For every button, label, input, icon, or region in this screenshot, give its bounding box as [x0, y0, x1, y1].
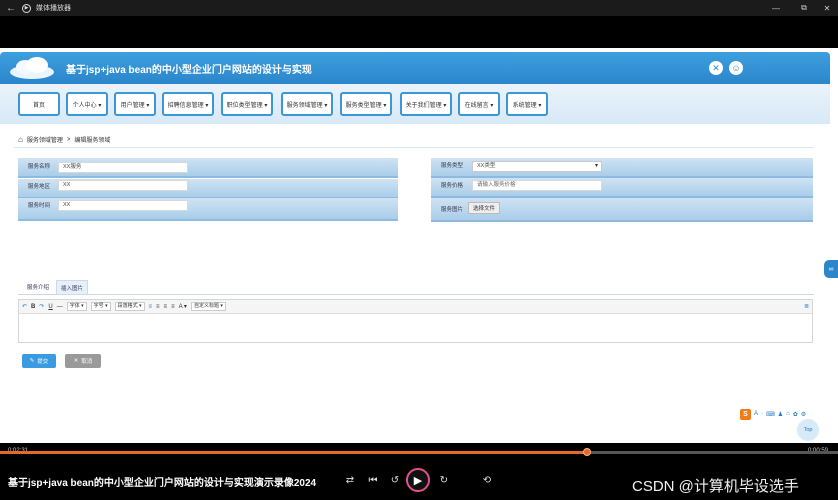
video-title: 基于jsp+java bean的中小型企业门户网站的设计与实现演示录像2024: [8, 478, 317, 489]
font-size-select[interactable]: 字号 ▾: [90, 302, 111, 311]
nav-item-job-types[interactable]: 职位类型管理 ▾: [221, 92, 273, 116]
align-left-icon[interactable]: ≡: [149, 304, 153, 310]
app-play-icon: ▶: [22, 3, 31, 13]
side-float-icon[interactable]: ∞: [824, 260, 838, 278]
ime-settings-icon[interactable]: ⚙: [801, 411, 806, 418]
sogou-ime-icon[interactable]: S: [740, 408, 751, 420]
nav-item-recruitment[interactable]: 招聘信息管理 ▾: [162, 92, 214, 116]
breadcrumb-current: 编辑服务领域: [74, 138, 111, 144]
underline-icon[interactable]: U: [48, 304, 52, 310]
font-family-select[interactable]: 字体 ▾: [66, 302, 87, 311]
price-input[interactable]: 请输入服务价格: [472, 180, 602, 191]
nav-item-home[interactable]: 首页: [18, 92, 60, 116]
font-family-select-label: 字体: [69, 303, 80, 309]
web-page-frame: 基于jsp+java bean的中小型企业门户网站的设计与实现 ✕ ☺ 首页 个…: [0, 48, 838, 443]
paragraph-format-select-label: 段落格式: [117, 303, 138, 309]
custom-title-select-label: 自定义标题: [193, 303, 219, 309]
maximize-icon[interactable]: ⧉: [792, 0, 816, 16]
type-select[interactable]: XX类型 ▾: [472, 161, 602, 172]
rich-text-editor[interactable]: ↶ B ↷ U — 字体 ▾ 字号 ▾ 段落格式 ▾ ≡ ≡ ≡ ≡ A ▾ 自…: [18, 299, 813, 343]
cancel-button[interactable]: ✕ 取消: [65, 354, 101, 368]
tab-divider: [18, 294, 814, 295]
back-to-top-button[interactable]: Top: [797, 419, 819, 441]
bold-icon[interactable]: B: [31, 304, 35, 310]
paragraph-format-select[interactable]: 段落格式 ▾: [114, 302, 145, 311]
user-icon[interactable]: ☺: [729, 61, 743, 75]
player-title-bar: ← ▶ 媒体播放器 — ⧉ ✕: [0, 0, 838, 16]
shuffle-icon[interactable]: ⇄: [343, 474, 357, 486]
ime-lang-icon[interactable]: A: [754, 411, 758, 417]
back-arrow-icon[interactable]: ←: [0, 3, 22, 14]
choose-file-button[interactable]: 选择文件: [468, 202, 500, 214]
csdn-watermark: CSDN @计算机毕设选手: [632, 478, 799, 495]
close-window-icon[interactable]: ✕: [815, 0, 838, 16]
minimize-icon[interactable]: —: [764, 0, 788, 16]
app-title: 媒体播放器: [36, 5, 71, 12]
nav-item-service-fields[interactable]: 服务领域管理 ▾: [281, 92, 333, 116]
custom-title-select[interactable]: 自定义标题 ▾: [190, 302, 226, 311]
undo-icon[interactable]: ↶: [22, 303, 27, 310]
nav-item-profile[interactable]: 个人中心 ▾: [66, 92, 108, 116]
breadcrumb-separator: >: [66, 136, 71, 143]
main-nav: 首页 个人中心 ▾ 用户管理 ▾ 招聘信息管理 ▾ 职位类型管理 ▾ 服务领域管…: [0, 84, 830, 124]
time-label: 服务时间: [28, 203, 51, 209]
align-justify-icon[interactable]: ≡: [171, 304, 175, 310]
region-label: 服务地区: [28, 184, 51, 190]
align-right-icon[interactable]: ≡: [164, 304, 168, 310]
font-size-select-label: 字号: [93, 303, 104, 309]
time-input[interactable]: XX: [58, 200, 188, 211]
image-label: 服务图片: [441, 207, 464, 213]
ime-skin-icon[interactable]: ♟: [778, 411, 783, 418]
nav-item-users[interactable]: 用户管理 ▾: [114, 92, 156, 116]
cancel-label: 取消: [81, 359, 93, 365]
nav-item-service-types[interactable]: 服务类型管理 ▾: [340, 92, 392, 116]
ime-punct-icon[interactable]: ·: [761, 411, 763, 417]
home-icon[interactable]: ⌂: [18, 135, 23, 144]
editor-toolbar: ↶ B ↷ U — 字体 ▾ 字号 ▾ 段落格式 ▾ ≡ ≡ ≡ ≡ A ▾ 自…: [19, 300, 812, 314]
breadcrumb: ⌂ 服务领域管理 > 编辑服务领域: [18, 135, 110, 144]
ime-keyboard-icon[interactable]: ⌨: [766, 411, 775, 418]
previous-icon[interactable]: ⏮: [366, 474, 380, 486]
tab-service-intro[interactable]: 服务介绍: [20, 280, 56, 294]
font-color-icon[interactable]: A ▾: [179, 303, 187, 310]
redo-icon[interactable]: ↷: [39, 303, 44, 310]
nav-item-system[interactable]: 系统管理 ▾: [506, 92, 548, 116]
chevron-down-icon: ▾: [594, 163, 598, 169]
site-header: 基于jsp+java bean的中小型企业门户网站的设计与实现 ✕ ☺: [0, 52, 830, 84]
cancel-icon: ✕: [73, 358, 79, 364]
ime-apps-icon[interactable]: ✿: [793, 411, 798, 418]
breadcrumb-divider: [14, 147, 814, 148]
edit-icon: ✎: [29, 358, 35, 364]
submit-button[interactable]: ✎ 提交: [22, 354, 56, 368]
cloud-logo-icon: [10, 57, 54, 79]
ime-toolbar: S A · ⌨ ♟ ⌂ ✿ ⚙: [740, 408, 806, 420]
align-center-icon[interactable]: ≡: [156, 304, 160, 310]
ime-tools-icon[interactable]: ⌂: [786, 411, 790, 417]
name-input[interactable]: XX服务: [58, 162, 188, 173]
settings-cross-icon[interactable]: ✕: [709, 61, 723, 75]
repeat-icon[interactable]: ⟲: [480, 474, 494, 486]
font-color-label: A: [178, 304, 183, 310]
name-label: 服务名称: [28, 164, 51, 170]
forward-icon[interactable]: ↻: [437, 474, 451, 486]
horizontal-rule-icon[interactable]: —: [57, 304, 63, 310]
play-button[interactable]: ▶: [406, 468, 430, 492]
site-title: 基于jsp+java bean的中小型企业门户网站的设计与实现: [66, 65, 312, 76]
media-player-window: ← ▶ 媒体播放器 — ⧉ ✕ 基于jsp+java bean的中小型企业门户网…: [0, 0, 838, 500]
seek-thumb[interactable]: [583, 448, 591, 456]
type-label: 服务类型: [441, 163, 464, 169]
nav-item-messages[interactable]: 在线留言 ▾: [458, 92, 500, 116]
fullscreen-icon[interactable]: ≣: [804, 303, 809, 310]
nav-item-about-us[interactable]: 关于我们管理 ▾: [400, 92, 452, 116]
tab-insert-image[interactable]: 插入图片: [56, 280, 88, 294]
rewind-icon[interactable]: ↺: [388, 474, 402, 486]
breadcrumb-parent[interactable]: 服务领域管理: [27, 135, 63, 144]
submit-label: 提交: [37, 359, 49, 365]
seek-bar-played: [0, 451, 587, 454]
price-label: 服务价格: [441, 183, 464, 189]
region-input[interactable]: XX: [58, 180, 188, 191]
type-select-value: XX类型: [477, 163, 496, 169]
